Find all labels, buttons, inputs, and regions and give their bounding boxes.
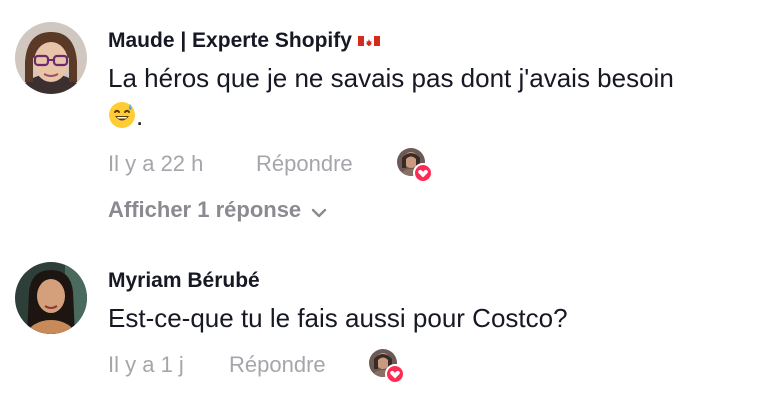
reply-button[interactable]: Répondre	[256, 151, 353, 177]
reply-button[interactable]: Répondre	[229, 352, 326, 378]
comment-text: La héros que je ne savais pas dont j'ava…	[108, 59, 763, 135]
sweat-smile-emoji-icon	[108, 101, 136, 129]
comment-text-suffix: .	[136, 101, 144, 131]
creator-liked-badge	[397, 148, 433, 184]
comment-timestamp: Il y a 22 h	[108, 151, 204, 176]
chevron-down-icon	[311, 198, 327, 224]
avatar[interactable]	[15, 22, 87, 94]
heart-icon	[413, 163, 433, 183]
view-replies-button[interactable]: Afficher 1 réponse	[108, 197, 327, 224]
comment-author[interactable]: Myriam Bérubé	[108, 269, 260, 293]
comment-text: Est-ce-que tu le fais aussi pour Costco?	[108, 303, 568, 333]
heart-icon	[385, 364, 405, 384]
comment-text-body: La héros que je ne savais pas dont j'ava…	[108, 63, 674, 93]
author-name: Maude | Experte Shopify	[108, 29, 352, 52]
comment-author[interactable]: Maude | Experte Shopify	[108, 29, 380, 53]
comment-timestamp: Il y a 1 j	[108, 352, 184, 377]
avatar[interactable]	[15, 262, 87, 334]
view-replies-label: Afficher 1 réponse	[108, 197, 302, 222]
canada-flag-icon	[357, 32, 380, 47]
creator-liked-badge	[369, 349, 405, 385]
